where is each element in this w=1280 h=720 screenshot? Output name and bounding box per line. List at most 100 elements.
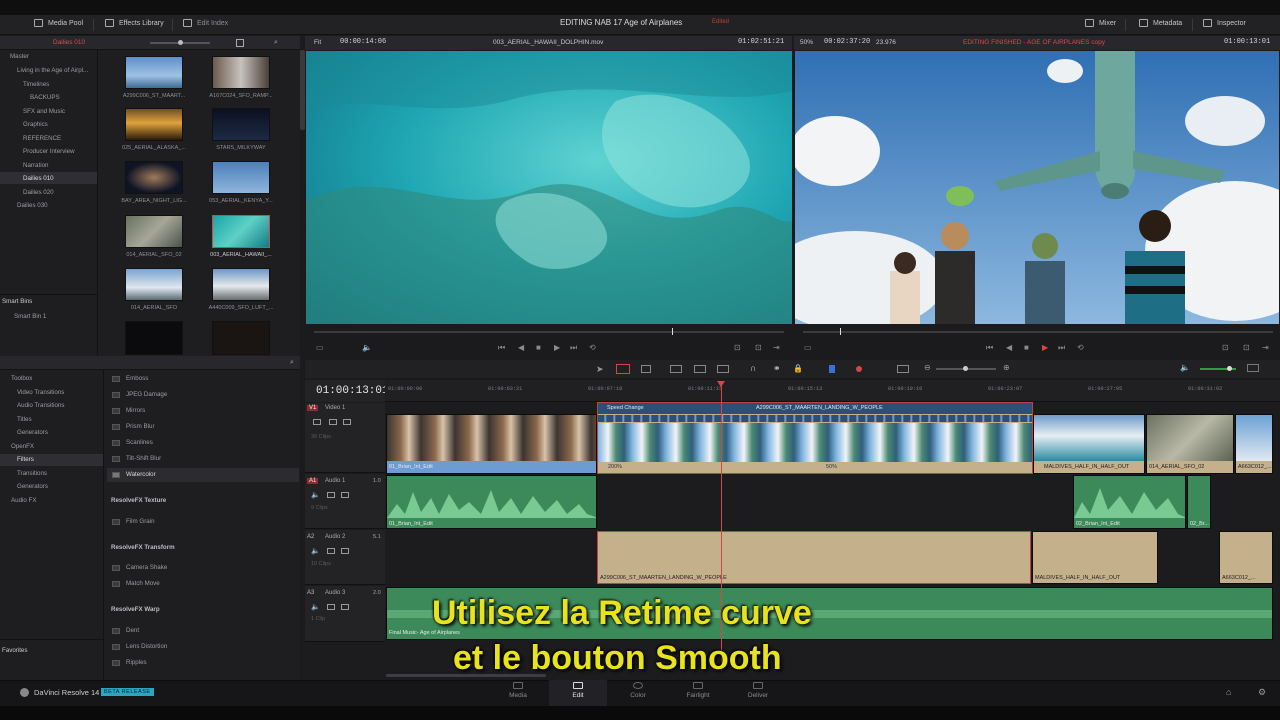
marker-icon[interactable] — [856, 366, 862, 372]
fx-toolbox[interactable]: Toolbox — [11, 375, 32, 382]
video-clip[interactable]: MALDIVES_HALF_IN_HALF_OUT — [1033, 414, 1145, 474]
audio-icon[interactable]: 🔈 — [362, 343, 372, 352]
bin-dailies-030[interactable]: Dailies 030 — [17, 202, 48, 209]
mute-icon[interactable]: 🔈 — [311, 547, 320, 555]
insert-clip-icon[interactable] — [670, 365, 682, 373]
fx-openfx[interactable]: OpenFX — [11, 443, 34, 450]
fx-item[interactable]: Tilt-Shift Blur — [126, 455, 161, 462]
timeline-view-icon[interactable] — [897, 365, 909, 373]
bin-reference[interactable]: REFERENCE — [23, 135, 61, 142]
fx-item[interactable]: Prism Blur — [126, 423, 155, 430]
blade-tool-icon[interactable] — [641, 365, 651, 373]
snapping-icon[interactable]: ∩ — [750, 363, 756, 373]
clip-thumbnail[interactable] — [125, 215, 183, 248]
record-scrubber[interactable] — [803, 331, 1273, 333]
loop-icon[interactable]: ⟲ — [1077, 343, 1084, 352]
fx-item[interactable]: Camera Shake — [126, 564, 167, 571]
edit-index-tab[interactable]: Edit Index — [183, 19, 228, 27]
auto-select-icon[interactable] — [341, 548, 349, 554]
video-clip[interactable]: 01_Brian_Int_Edit — [386, 414, 597, 474]
audio-clip[interactable]: MALDIVES_HALF_IN_HALF_OUT — [1032, 531, 1158, 584]
auto-select-icon[interactable] — [343, 419, 351, 425]
bin-timelines[interactable]: Timelines — [23, 81, 49, 88]
fx-item[interactable]: Film Grain — [126, 518, 155, 525]
bin-dailies-010[interactable]: Dailies 010 — [23, 175, 54, 182]
fx-video-transitions[interactable]: Video Transitions — [17, 389, 64, 396]
page-tab-media[interactable]: Media — [488, 682, 548, 699]
media-pool-tab[interactable]: Media Pool — [34, 19, 83, 27]
smart-bin-1[interactable]: Smart Bin 1 — [14, 313, 46, 320]
fx-item[interactable]: Scanlines — [126, 439, 153, 446]
fx-item[interactable]: Emboss — [126, 375, 148, 382]
fx-item[interactable]: Dent — [126, 627, 139, 634]
track-id[interactable]: A3 — [307, 590, 314, 596]
flag-icon[interactable] — [829, 365, 835, 373]
page-tab-deliver[interactable]: Deliver — [728, 682, 788, 699]
jump-end-icon[interactable]: ⏭ — [1058, 343, 1065, 353]
fx-filters[interactable]: Filters — [17, 456, 34, 463]
effects-library-tab[interactable]: Effects Library — [105, 19, 164, 27]
slider-knob[interactable] — [178, 40, 183, 45]
media-pool-scrollbar[interactable] — [300, 50, 305, 130]
retimed-video-clip[interactable]: Speed Change A299C006_ST_MAARTEN_LANDING… — [597, 402, 1033, 474]
bin-dailies-020[interactable]: Dailies 020 — [23, 189, 54, 196]
bin-narration[interactable]: Narration — [23, 162, 48, 169]
lock-track-icon[interactable] — [327, 548, 335, 554]
record-zoom[interactable]: 50% — [800, 39, 813, 46]
clip-thumbnail[interactable] — [212, 268, 270, 301]
clip-thumbnail[interactable] — [212, 108, 270, 141]
mute-icon[interactable]: 🔈 — [311, 603, 320, 611]
link-icon[interactable]: ⚭ — [773, 363, 781, 374]
mark-in-icon[interactable]: ⊡ — [734, 343, 741, 352]
fx-item[interactable]: Match Move — [126, 580, 160, 587]
speed-percent[interactable]: 200% — [608, 464, 622, 470]
fx-item[interactable]: JPEG Damage — [126, 391, 167, 398]
speaker-icon[interactable]: 🔈 — [1180, 363, 1190, 372]
track-id[interactable]: V1 — [307, 405, 319, 411]
overwrite-clip-icon[interactable] — [694, 365, 706, 373]
bin-backups[interactable]: BACKUPS — [30, 94, 60, 101]
fx-item[interactable]: Ripples — [126, 659, 147, 666]
volume-knob[interactable] — [1227, 366, 1232, 371]
mute-icon[interactable]: 🔈 — [311, 491, 320, 499]
metadata-tab[interactable]: Metadata — [1139, 19, 1182, 27]
clip-thumbnail[interactable] — [212, 161, 270, 194]
fx-generators-2[interactable]: Generators — [17, 483, 48, 490]
page-tab-fairlight[interactable]: Fairlight — [668, 682, 728, 699]
fx-generators[interactable]: Generators — [17, 429, 48, 436]
search-icon[interactable]: ⌕ — [290, 359, 294, 367]
play-icon[interactable]: ▶ — [1042, 343, 1048, 352]
auto-select-icon[interactable] — [341, 492, 349, 498]
lock-track-icon[interactable] — [329, 419, 337, 425]
mark-in-icon[interactable]: ⊡ — [1222, 343, 1229, 352]
lock-icon[interactable]: 🔒 — [793, 364, 803, 373]
record-playhead[interactable] — [840, 328, 841, 335]
fx-titles[interactable]: Titles — [17, 416, 32, 423]
audio-clip[interactable]: A299C006_ST_MAARTEN_LANDING_W_PEOPLE — [597, 531, 1031, 584]
source-viewer-image[interactable] — [306, 51, 792, 324]
loop-icon[interactable]: ⟲ — [589, 343, 596, 352]
clip-thumbnail[interactable] — [125, 268, 183, 301]
jump-start-icon[interactable]: ⏮ — [498, 343, 505, 353]
speed-percent[interactable]: 50% — [826, 464, 837, 470]
audio-clip[interactable]: 02_Brian_Int_Edit — [1073, 475, 1186, 529]
replace-clip-icon[interactable] — [717, 365, 729, 373]
mark-out-icon[interactable]: ⊡ — [755, 343, 762, 352]
fx-audio-transitions[interactable]: Audio Transitions — [17, 402, 64, 409]
fx-item[interactable]: Mirrors — [126, 407, 145, 414]
source-zoom[interactable]: Fit — [314, 39, 321, 46]
grid-view-icon[interactable] — [236, 39, 244, 47]
zoom-in-icon[interactable]: ⊕ — [1003, 363, 1010, 372]
zoom-knob[interactable] — [963, 366, 968, 371]
end-icon[interactable]: ⇥ — [773, 343, 780, 352]
source-scrubber[interactable] — [314, 331, 784, 333]
lock-track-icon[interactable] — [327, 492, 335, 498]
page-tab-color[interactable]: Color — [608, 682, 668, 699]
lock-track-icon[interactable] — [327, 604, 335, 610]
trim-tool-icon[interactable] — [616, 364, 630, 374]
mark-out-icon[interactable]: ⊡ — [1243, 343, 1250, 352]
fx-item-selected[interactable]: Watercolor — [126, 471, 156, 478]
audio-clip[interactable]: 01_Brian_Int_Edit — [386, 475, 597, 529]
bin-sfx[interactable]: SFX and Music — [23, 108, 65, 115]
bin-producer[interactable]: Producer Interview — [23, 148, 75, 155]
